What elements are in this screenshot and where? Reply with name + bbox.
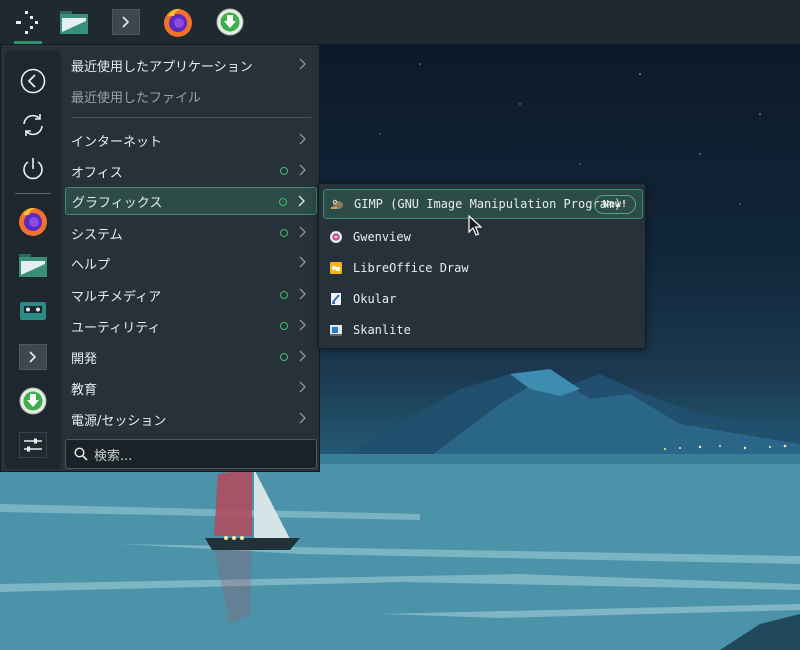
category-label: インターネット [71, 134, 163, 150]
chevron-right-icon [299, 256, 306, 268]
category-utilities[interactable]: ユーティリティ [65, 312, 317, 340]
favorite-terminal[interactable] [17, 341, 49, 373]
chevron-right-icon [299, 164, 306, 176]
application-menu: 最近使用したアプリケーション 最近使用したファイル インターネット オフィス グ… [0, 44, 320, 472]
favorites-separator [15, 193, 51, 194]
chevron-right-icon [299, 350, 306, 362]
firefox-button[interactable] [156, 0, 200, 44]
favorite-firefox[interactable] [17, 205, 49, 237]
search-placeholder: 検索... [94, 448, 133, 464]
folder-icon [19, 254, 47, 277]
app-libreoffice-draw[interactable]: LibreOffice Draw [323, 253, 643, 283]
category-development[interactable]: 開発 [65, 343, 317, 371]
chevron-right-icon [299, 319, 306, 331]
category-label: 開発 [71, 351, 98, 367]
category-label: 最近使用したアプリケーション [71, 59, 253, 75]
refresh-button[interactable] [17, 109, 49, 141]
category-label: グラフィックス [72, 195, 163, 211]
app-label: Skanlite [353, 323, 411, 337]
launcher-icon [16, 11, 38, 34]
firefox-icon [164, 8, 192, 37]
settings-icon [19, 432, 47, 458]
chevron-right-icon [299, 381, 306, 393]
category-recent-apps[interactable]: 最近使用したアプリケーション [65, 51, 317, 79]
download-icon [216, 8, 244, 36]
mouse-cursor-icon [468, 215, 482, 236]
new-items-dot [280, 353, 288, 361]
category-power-session[interactable]: 電源/セッション [65, 405, 317, 433]
application-launcher-button[interactable] [4, 0, 48, 44]
refresh-icon [23, 114, 43, 136]
search-icon [74, 447, 88, 461]
app-label: GIMP (GNU Image Manipulation Program) [354, 197, 622, 211]
category-office[interactable]: オフィス [65, 157, 317, 185]
cassette-icon [20, 302, 46, 320]
skanlite-icon [330, 325, 342, 336]
app-label: Okular [353, 292, 397, 306]
terminal-button[interactable] [104, 0, 148, 44]
file-manager-button[interactable] [52, 0, 96, 44]
favorites-column [5, 51, 61, 469]
power-button[interactable] [17, 153, 49, 185]
category-label: 教育 [71, 382, 98, 398]
back-circle-icon [20, 68, 46, 94]
chevron-right-icon [299, 58, 306, 70]
category-label: 電源/セッション [71, 413, 167, 429]
category-label: マルチメディア [71, 289, 162, 305]
gimp-icon [331, 199, 343, 209]
back-button[interactable] [17, 65, 49, 97]
gwenview-icon [330, 231, 342, 243]
category-separator [71, 117, 311, 118]
app-okular[interactable]: Okular [323, 284, 643, 314]
search-field[interactable]: 検索... [65, 439, 317, 469]
libreoffice-draw-icon [330, 262, 342, 274]
favorite-file-manager[interactable] [17, 249, 49, 281]
app-label: Gwenview [353, 230, 411, 244]
category-internet[interactable]: インターネット [65, 126, 317, 154]
new-items-dot [280, 291, 288, 299]
download-icon [19, 387, 47, 415]
category-label: オフィス [71, 165, 123, 181]
favorite-settings[interactable] [17, 429, 49, 461]
category-system[interactable]: システム [65, 219, 317, 247]
chevron-right-icon [299, 288, 306, 300]
app-skanlite[interactable]: Skanlite [323, 315, 643, 345]
category-education[interactable]: 教育 [65, 374, 317, 402]
chevron-right-icon [299, 133, 306, 145]
terminal-icon [112, 9, 140, 35]
power-icon [23, 158, 43, 180]
favorite-cassette-player[interactable] [17, 295, 49, 327]
chevron-right-icon [299, 226, 306, 238]
favorite-software-updater[interactable] [17, 385, 49, 417]
category-label: ヘルプ [71, 257, 111, 273]
app-gwenview[interactable]: Gwenview [323, 222, 643, 252]
app-gimp[interactable]: GIMP (GNU Image Manipulation Program) Ne… [323, 189, 643, 219]
new-badge: New! [593, 195, 636, 214]
terminal-icon [19, 344, 47, 370]
app-label: LibreOffice Draw [353, 261, 469, 275]
category-graphics[interactable]: グラフィックス [65, 187, 317, 215]
new-items-dot [279, 198, 287, 206]
new-items-dot [280, 229, 288, 237]
okular-icon [331, 293, 341, 305]
new-items-dot [280, 167, 288, 175]
category-label: ユーティリティ [71, 320, 161, 336]
graphics-submenu: GIMP (GNU Image Manipulation Program) Ne… [318, 183, 646, 349]
taskbar [0, 0, 800, 44]
folder-icon [60, 11, 88, 34]
category-label: システム [71, 227, 123, 243]
chevron-right-icon [299, 412, 306, 424]
new-items-dot [280, 322, 288, 330]
software-updater-button[interactable] [208, 0, 252, 44]
chevron-right-icon [298, 195, 305, 207]
category-recent-files[interactable]: 最近使用したファイル [65, 82, 317, 110]
category-multimedia[interactable]: マルチメディア [65, 281, 317, 309]
category-help[interactable]: ヘルプ [65, 249, 317, 277]
category-label: 最近使用したファイル [71, 90, 202, 106]
firefox-icon [19, 207, 47, 236]
